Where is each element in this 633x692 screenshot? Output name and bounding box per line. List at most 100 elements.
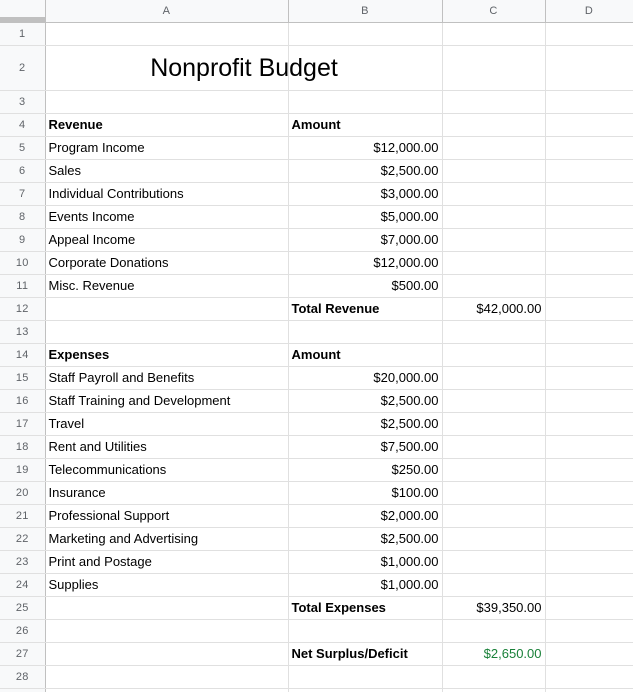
cell-d1[interactable] bbox=[545, 22, 633, 46]
row-header-18[interactable]: 18 bbox=[0, 435, 46, 459]
cell-a15[interactable]: Staff Payroll and Benefits bbox=[45, 366, 289, 390]
cell-a22[interactable]: Marketing and Advertising bbox=[45, 527, 289, 551]
cell-d8[interactable] bbox=[545, 205, 633, 229]
row-header-14[interactable]: 14 bbox=[0, 343, 46, 367]
cell-b12-total-revenue-label[interactable]: Total Revenue bbox=[288, 297, 443, 321]
cell-b21[interactable]: $2,000.00 bbox=[288, 504, 443, 528]
cell-c24[interactable] bbox=[442, 573, 546, 597]
row-header-28[interactable]: 28 bbox=[0, 665, 46, 689]
cell-b4-amount-header[interactable]: Amount bbox=[288, 113, 443, 137]
row-header-1[interactable]: 1 bbox=[0, 22, 46, 46]
row-header-27[interactable]: 27 bbox=[0, 642, 46, 666]
row-header-23[interactable]: 23 bbox=[0, 550, 46, 574]
row-header-21[interactable]: 21 bbox=[0, 504, 46, 528]
cell-b11[interactable]: $500.00 bbox=[288, 274, 443, 298]
cell-d17[interactable] bbox=[545, 412, 633, 436]
cell-c10[interactable] bbox=[442, 251, 546, 275]
cell-d2[interactable] bbox=[545, 45, 633, 91]
cell-c9[interactable] bbox=[442, 228, 546, 252]
cell-c7[interactable] bbox=[442, 182, 546, 206]
row-header-4[interactable]: 4 bbox=[0, 113, 46, 137]
cell-a4-revenue-header[interactable]: Revenue bbox=[45, 113, 289, 137]
cell-d25[interactable] bbox=[545, 596, 633, 620]
cell-c16[interactable] bbox=[442, 389, 546, 413]
cell-c20[interactable] bbox=[442, 481, 546, 505]
cell-b25-total-expenses-label[interactable]: Total Expenses bbox=[288, 596, 443, 620]
cell-a8[interactable]: Events Income bbox=[45, 205, 289, 229]
cell-c13[interactable] bbox=[442, 320, 546, 344]
cell-d26[interactable] bbox=[545, 619, 633, 643]
cell-a10[interactable]: Corporate Donations bbox=[45, 251, 289, 275]
row-header-9[interactable]: 9 bbox=[0, 228, 46, 252]
cell-a5[interactable]: Program Income bbox=[45, 136, 289, 160]
row-header-24[interactable]: 24 bbox=[0, 573, 46, 597]
cell-a18[interactable]: Rent and Utilities bbox=[45, 435, 289, 459]
cell-d5[interactable] bbox=[545, 136, 633, 160]
cell-b6[interactable]: $2,500.00 bbox=[288, 159, 443, 183]
cell-c15[interactable] bbox=[442, 366, 546, 390]
cell-c23[interactable] bbox=[442, 550, 546, 574]
cell-a16[interactable]: Staff Training and Development bbox=[45, 389, 289, 413]
column-header-a[interactable]: A bbox=[45, 0, 289, 23]
select-all-corner[interactable] bbox=[0, 0, 46, 23]
cell-a27[interactable] bbox=[45, 642, 289, 666]
cell-c4[interactable] bbox=[442, 113, 546, 137]
cell-a24[interactable]: Supplies bbox=[45, 573, 289, 597]
cell-d18[interactable] bbox=[545, 435, 633, 459]
cell-a2-title[interactable]: Nonprofit Budget bbox=[45, 45, 338, 91]
cell-c29[interactable] bbox=[442, 688, 546, 692]
row-header-6[interactable]: 6 bbox=[0, 159, 46, 183]
cell-a17[interactable]: Travel bbox=[45, 412, 289, 436]
cell-c28[interactable] bbox=[442, 665, 546, 689]
cell-d28[interactable] bbox=[545, 665, 633, 689]
column-header-c[interactable]: C bbox=[442, 0, 546, 23]
cell-a1[interactable] bbox=[45, 22, 289, 46]
cell-a6[interactable]: Sales bbox=[45, 159, 289, 183]
row-header-3[interactable]: 3 bbox=[0, 90, 46, 114]
cell-d24[interactable] bbox=[545, 573, 633, 597]
row-header-22[interactable]: 22 bbox=[0, 527, 46, 551]
cell-d20[interactable] bbox=[545, 481, 633, 505]
cell-a7[interactable]: Individual Contributions bbox=[45, 182, 289, 206]
row-header-26[interactable]: 26 bbox=[0, 619, 46, 643]
row-header-15[interactable]: 15 bbox=[0, 366, 46, 390]
cell-a26[interactable] bbox=[45, 619, 289, 643]
cell-b9[interactable]: $7,000.00 bbox=[288, 228, 443, 252]
cell-a21[interactable]: Professional Support bbox=[45, 504, 289, 528]
cell-b18[interactable]: $7,500.00 bbox=[288, 435, 443, 459]
cell-d9[interactable] bbox=[545, 228, 633, 252]
cell-d6[interactable] bbox=[545, 159, 633, 183]
cell-a14-expenses-header[interactable]: Expenses bbox=[45, 343, 289, 367]
cell-b19[interactable]: $250.00 bbox=[288, 458, 443, 482]
cell-c12-total-revenue-value[interactable]: $42,000.00 bbox=[442, 297, 546, 321]
row-header-11[interactable]: 11 bbox=[0, 274, 46, 298]
row-header-8[interactable]: 8 bbox=[0, 205, 46, 229]
cell-d7[interactable] bbox=[545, 182, 633, 206]
cell-c1[interactable] bbox=[442, 22, 546, 46]
cell-a3[interactable] bbox=[45, 90, 289, 114]
column-header-d[interactable]: D bbox=[545, 0, 633, 23]
cell-a11[interactable]: Misc. Revenue bbox=[45, 274, 289, 298]
cell-b14-amount-header[interactable]: Amount bbox=[288, 343, 443, 367]
row-header-17[interactable]: 17 bbox=[0, 412, 46, 436]
column-header-b[interactable]: B bbox=[288, 0, 443, 23]
row-header-13[interactable]: 13 bbox=[0, 320, 46, 344]
cell-c27-net-surplus-value[interactable]: $2,650.00 bbox=[442, 642, 546, 666]
cell-c18[interactable] bbox=[442, 435, 546, 459]
cell-d14[interactable] bbox=[545, 343, 633, 367]
cell-d11[interactable] bbox=[545, 274, 633, 298]
cell-b3[interactable] bbox=[288, 90, 443, 114]
cell-d10[interactable] bbox=[545, 251, 633, 275]
cell-d19[interactable] bbox=[545, 458, 633, 482]
row-header-2[interactable]: 2 bbox=[0, 45, 46, 91]
cell-b23[interactable]: $1,000.00 bbox=[288, 550, 443, 574]
cell-c26[interactable] bbox=[442, 619, 546, 643]
cell-c8[interactable] bbox=[442, 205, 546, 229]
cell-a25[interactable] bbox=[45, 596, 289, 620]
cell-c22[interactable] bbox=[442, 527, 546, 551]
cell-a23[interactable]: Print and Postage bbox=[45, 550, 289, 574]
cell-b8[interactable]: $5,000.00 bbox=[288, 205, 443, 229]
cell-c2[interactable] bbox=[442, 45, 546, 91]
cell-d3[interactable] bbox=[545, 90, 633, 114]
cell-c3[interactable] bbox=[442, 90, 546, 114]
